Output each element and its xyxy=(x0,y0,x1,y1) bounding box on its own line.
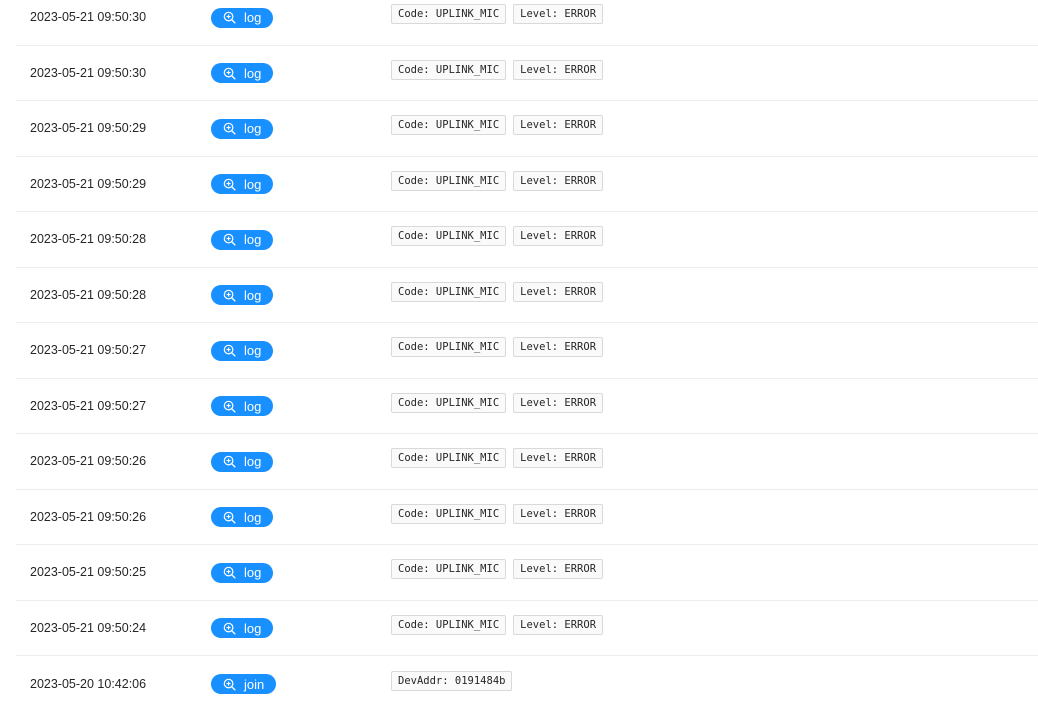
log-button[interactable]: log xyxy=(211,562,274,583)
event-timestamp: 2023-05-21 09:50:24 xyxy=(30,620,147,635)
zoom-in-icon xyxy=(223,400,236,413)
table-row: 2023-05-21 09:50:30 log Code: UPLINK_MIC… xyxy=(16,0,1038,46)
event-timestamp: 2023-05-21 09:50:30 xyxy=(30,65,147,80)
zoom-in-icon xyxy=(223,178,236,191)
zoom-in-icon xyxy=(223,122,236,135)
log-button[interactable]: log xyxy=(211,118,274,139)
level-tag: Level: ERROR xyxy=(513,115,604,136)
table-row: 2023-05-21 09:50:27 log Code: UPLINK_MIC… xyxy=(16,323,1038,379)
level-tag: Level: ERROR xyxy=(513,392,604,413)
code-tag: Code: UPLINK_MIC xyxy=(391,170,507,191)
log-button-label: log xyxy=(244,565,262,580)
log-button-label: log xyxy=(244,287,262,303)
table-row: 2023-05-21 09:50:29 log Code: UPLINK_MIC… xyxy=(16,157,1038,212)
code-tag: Code: UPLINK_MIC xyxy=(391,4,507,25)
table-row: 2023-05-21 09:50:28 log Code: UPLINK_MIC… xyxy=(16,212,1038,268)
log-button-label: log xyxy=(244,509,262,525)
table-row: 2023-05-20 10:42:06 join DevAddr: 019148… xyxy=(16,656,1038,712)
event-timestamp: 2023-05-21 09:50:27 xyxy=(30,398,147,413)
devaddr-tag: DevAddr: 0191484b xyxy=(391,670,513,691)
code-tag: Code: UPLINK_MIC xyxy=(391,226,507,247)
log-button-label: log xyxy=(244,232,262,247)
zoom-in-icon xyxy=(223,289,236,302)
table-row: 2023-05-21 09:50:28 log Code: UPLINK_MIC… xyxy=(16,268,1038,323)
log-button[interactable]: log xyxy=(211,63,274,83)
table-row: 2023-05-21 09:50:26 log Code: UPLINK_MIC… xyxy=(16,490,1038,545)
log-button[interactable]: log xyxy=(211,618,274,638)
zoom-in-icon xyxy=(223,566,236,579)
code-tag: Code: UPLINK_MIC xyxy=(391,281,507,302)
log-button-label: log xyxy=(244,10,262,25)
code-tag: Code: UPLINK_MIC xyxy=(391,59,507,80)
code-tag: Code: UPLINK_MIC xyxy=(391,337,507,358)
zoom-in-icon xyxy=(223,511,236,524)
log-button[interactable]: log xyxy=(211,340,274,361)
code-tag: Code: UPLINK_MIC xyxy=(391,115,507,136)
log-button-label: log xyxy=(244,398,262,414)
log-button[interactable]: log xyxy=(211,507,274,527)
level-tag: Level: ERROR xyxy=(513,337,604,358)
event-timestamp: 2023-05-21 09:50:26 xyxy=(30,454,147,469)
table-row: 2023-05-21 09:50:26 log Code: UPLINK_MIC… xyxy=(16,434,1038,490)
table-row: 2023-05-21 09:50:30 log Code: UPLINK_MIC… xyxy=(16,46,1038,101)
log-button-label: log xyxy=(244,176,262,192)
event-timestamp: 2023-05-21 09:50:27 xyxy=(30,343,147,358)
log-button-label: log xyxy=(244,454,262,469)
log-button-label: log xyxy=(244,620,262,636)
zoom-in-icon xyxy=(223,67,236,80)
log-button[interactable]: log xyxy=(211,396,274,416)
log-button-label: log xyxy=(244,121,262,136)
event-timestamp: 2023-05-21 09:50:25 xyxy=(30,565,147,580)
zoom-in-icon xyxy=(223,455,236,468)
table-row: 2023-05-21 09:50:29 log Code: UPLINK_MIC… xyxy=(16,101,1038,157)
event-timestamp: 2023-05-21 09:50:28 xyxy=(30,232,147,247)
level-tag: Level: ERROR xyxy=(513,614,604,635)
join-button[interactable]: join xyxy=(211,674,277,694)
zoom-in-icon xyxy=(223,233,236,246)
log-button[interactable]: log xyxy=(211,451,274,472)
event-table: 2023-05-21 09:50:30 log Code: UPLINK_MIC… xyxy=(16,0,1038,712)
log-button[interactable]: log xyxy=(211,285,274,305)
level-tag: Level: ERROR xyxy=(513,448,604,469)
level-tag: Level: ERROR xyxy=(513,4,604,25)
table-row: 2023-05-21 09:50:27 log Code: UPLINK_MIC… xyxy=(16,379,1038,434)
event-timestamp: 2023-05-21 09:50:30 xyxy=(30,10,147,25)
log-button[interactable]: log xyxy=(211,174,274,194)
log-button-label: log xyxy=(244,65,262,81)
event-timestamp: 2023-05-21 09:50:28 xyxy=(30,287,147,302)
event-timestamp: 2023-05-20 10:42:06 xyxy=(30,676,147,691)
level-tag: Level: ERROR xyxy=(513,503,604,524)
code-tag: Code: UPLINK_MIC xyxy=(391,392,507,413)
level-tag: Level: ERROR xyxy=(513,170,604,191)
zoom-in-icon xyxy=(223,11,236,24)
zoom-in-icon xyxy=(223,344,236,357)
level-tag: Level: ERROR xyxy=(513,559,604,580)
table-row: 2023-05-21 09:50:24 log Code: UPLINK_MIC… xyxy=(16,601,1038,656)
join-button-label: join xyxy=(244,676,265,692)
level-tag: Level: ERROR xyxy=(513,226,604,247)
event-timestamp: 2023-05-21 09:50:29 xyxy=(30,121,147,136)
level-tag: Level: ERROR xyxy=(513,281,604,302)
code-tag: Code: UPLINK_MIC xyxy=(391,614,507,635)
code-tag: Code: UPLINK_MIC xyxy=(391,448,507,469)
event-timestamp: 2023-05-21 09:50:29 xyxy=(30,176,147,191)
zoom-in-icon xyxy=(223,622,236,635)
table-row: 2023-05-21 09:50:25 log Code: UPLINK_MIC… xyxy=(16,545,1038,601)
log-button[interactable]: log xyxy=(211,7,274,28)
zoom-in-icon xyxy=(223,678,236,691)
code-tag: Code: UPLINK_MIC xyxy=(391,559,507,580)
log-button[interactable]: log xyxy=(211,229,274,250)
event-timestamp: 2023-05-21 09:50:26 xyxy=(30,509,147,524)
code-tag: Code: UPLINK_MIC xyxy=(391,503,507,524)
level-tag: Level: ERROR xyxy=(513,59,604,80)
log-button-label: log xyxy=(244,343,262,358)
